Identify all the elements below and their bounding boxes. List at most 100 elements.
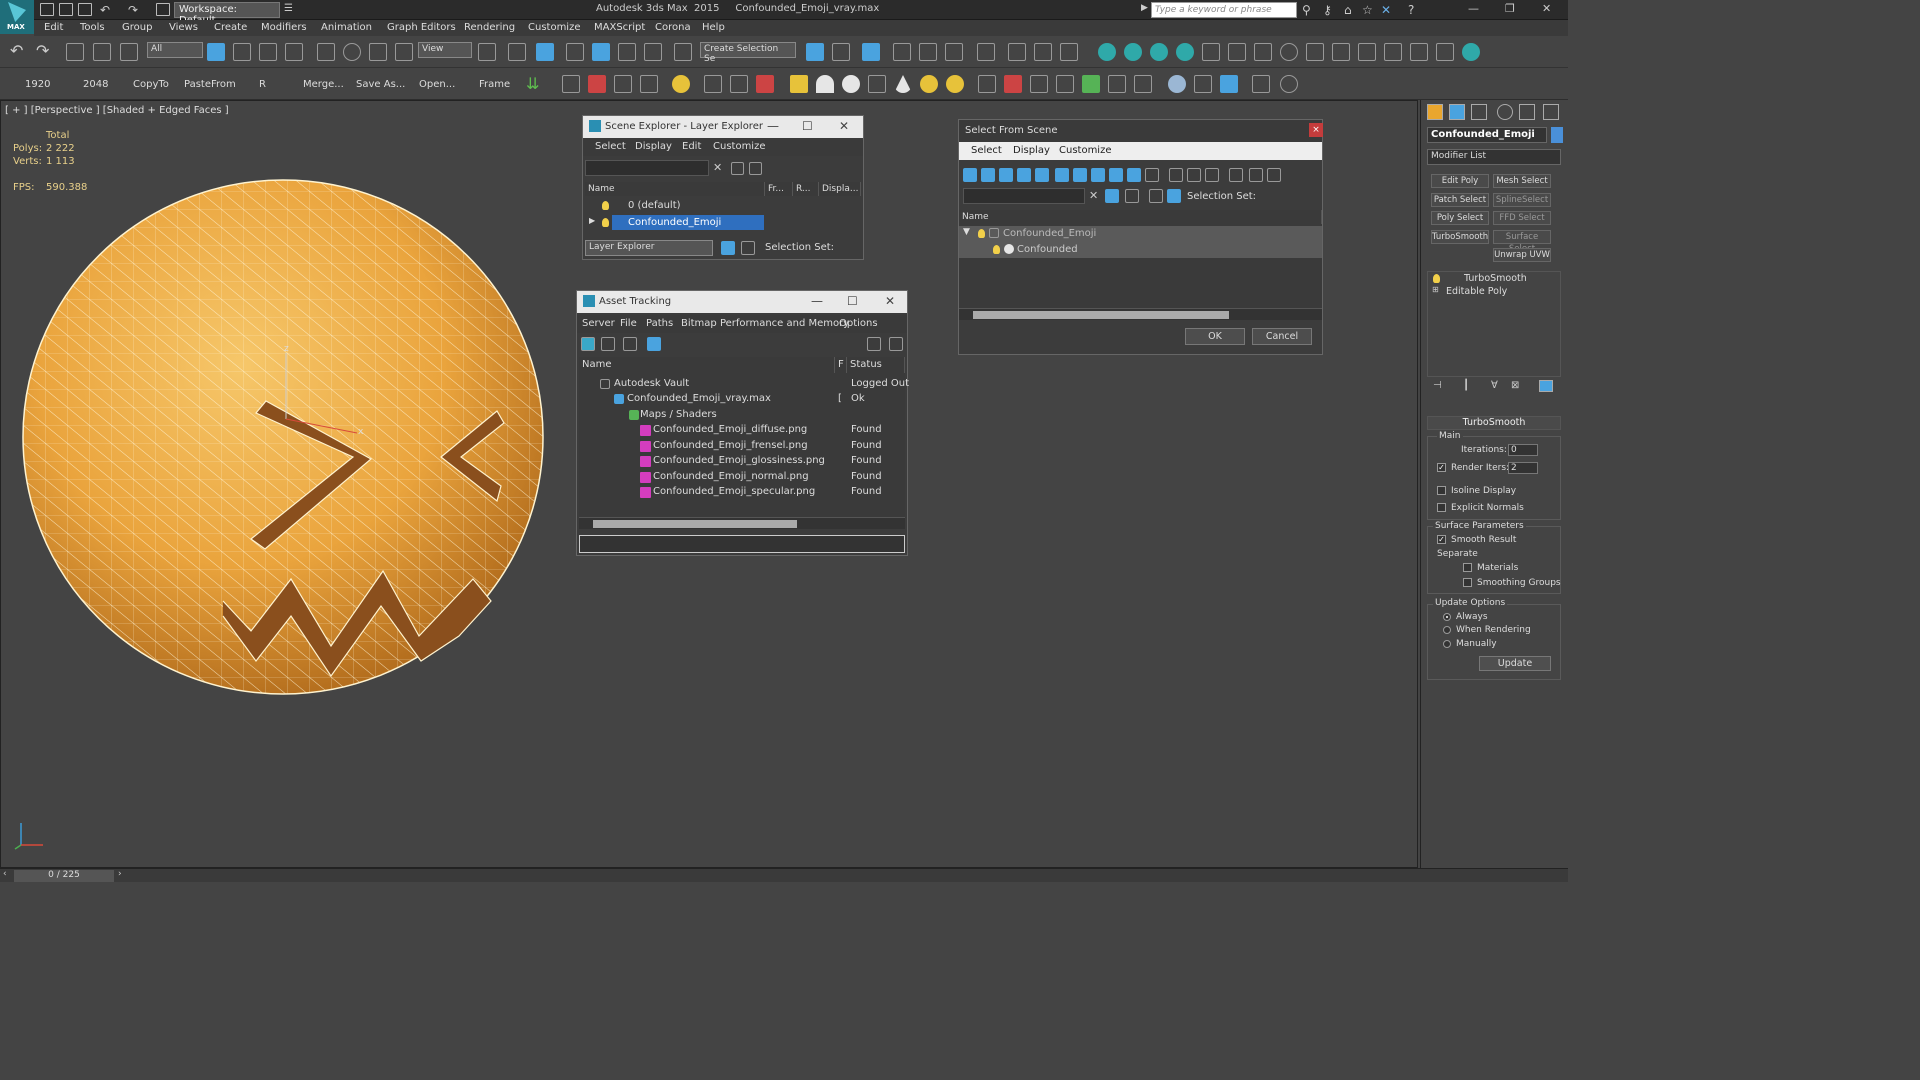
update-button[interactable]: Update	[1479, 656, 1551, 671]
modify-tab-icon[interactable]	[1449, 104, 1465, 120]
prev-frame-icon[interactable]: ‹	[3, 869, 7, 879]
patch-select-button[interactable]: Patch Select	[1431, 193, 1489, 207]
vray-frame-buffer-icon[interactable]	[1306, 43, 1324, 61]
screenshot-icon[interactable]	[1220, 75, 1238, 93]
poly-select-button[interactable]: Poly Select	[1431, 211, 1489, 225]
sfs-row-confounded[interactable]: Confounded	[959, 242, 1322, 258]
bind-space-warp-icon[interactable]	[120, 43, 138, 61]
at-menu-bitmap[interactable]: Bitmap Performance and Memory	[681, 318, 849, 329]
sfs-search-input[interactable]	[963, 188, 1085, 204]
configure-sets-icon[interactable]	[1539, 380, 1553, 392]
redo-icon[interactable]: ↷	[128, 3, 138, 17]
maximize-icon[interactable]: ☐	[847, 294, 858, 308]
iterations-spinner[interactable]: 0	[1508, 444, 1538, 456]
asset-path-field[interactable]	[579, 535, 905, 553]
at-col-f[interactable]: F	[835, 357, 847, 373]
redo-icon[interactable]: ↷	[36, 41, 49, 60]
search-expand-icon[interactable]: ▶	[1141, 3, 1148, 13]
material-editor-icon[interactable]	[977, 43, 995, 61]
sfs-menu-customize[interactable]: Customize	[1059, 145, 1112, 156]
open-file-icon[interactable]	[59, 3, 73, 16]
sfs-horizontal-scrollbar[interactable]	[959, 308, 1322, 320]
expand-arrow-icon[interactable]: ▶	[589, 216, 595, 225]
turbosmooth-rollout-header[interactable]: TurboSmooth	[1427, 416, 1561, 430]
chevron-down-icon[interactable]: ⇊	[526, 74, 539, 93]
corona-proxy-icon[interactable]	[640, 75, 658, 93]
batch-render-icon[interactable]	[1252, 75, 1270, 93]
se-col-freeze[interactable]: Fr...	[765, 182, 793, 196]
quick-access-menu-icon[interactable]: ☰	[284, 3, 293, 14]
at-row-normal[interactable]: Confounded_Emoji_normal.png Found	[579, 470, 905, 485]
object-color-swatch[interactable]	[1551, 127, 1563, 143]
list-options-icon[interactable]	[1267, 168, 1281, 182]
vray-rt-icon[interactable]	[1332, 43, 1350, 61]
exchange-icon[interactable]: ✕	[1381, 3, 1391, 17]
make-unique-icon[interactable]: ∀	[1491, 380, 1498, 391]
corona-render-icon[interactable]	[562, 75, 580, 93]
scale-icon[interactable]	[369, 43, 387, 61]
filter-groups-icon[interactable]	[1073, 168, 1087, 182]
se-col-display[interactable]: Displa...	[819, 182, 861, 196]
at-col-name[interactable]: Name	[579, 357, 835, 373]
sphere-primitive-icon[interactable]	[842, 75, 860, 93]
sort-icon[interactable]	[1249, 168, 1263, 182]
hierarchy-tab-icon[interactable]	[1471, 104, 1487, 120]
schematic-view-icon[interactable]	[945, 43, 963, 61]
corona-camera-icon[interactable]	[704, 75, 722, 93]
display-tab-icon[interactable]	[1519, 104, 1535, 120]
minimize-icon[interactable]: —	[767, 119, 779, 133]
key-icon[interactable]: ⚷	[1323, 3, 1332, 17]
menu-graph-editors[interactable]: Graph Editors	[387, 22, 456, 33]
at-row-maps[interactable]: Maps / Shaders	[579, 408, 905, 423]
named-selection-dropdown[interactable]: Create Selection Se	[700, 42, 796, 64]
menu-corona[interactable]: Corona	[655, 22, 691, 33]
scrollbar-thumb[interactable]	[593, 520, 797, 528]
se-row-default[interactable]: 0 (default)	[585, 198, 861, 214]
collapse-arrow-icon[interactable]: ▼	[963, 227, 970, 237]
filter-frozen-icon[interactable]	[1145, 168, 1159, 182]
unlink-icon[interactable]	[93, 43, 111, 61]
sfs-col-name[interactable]: Name	[959, 210, 1322, 224]
sun-light-icon[interactable]	[920, 75, 938, 93]
select-manipulate-icon[interactable]	[508, 43, 526, 61]
expand-plus-icon[interactable]: ⊞	[1432, 285, 1439, 294]
keyboard-shortcut-override-icon[interactable]	[536, 43, 554, 61]
se-search-input[interactable]	[585, 160, 709, 176]
rectangular-selection-icon[interactable]	[259, 43, 277, 61]
r-button[interactable]: R	[259, 79, 266, 90]
hierarchy-icon[interactable]	[1167, 189, 1181, 203]
find-case-icon[interactable]	[1125, 189, 1139, 203]
save-as-button[interactable]: Save As...	[356, 79, 405, 90]
menu-create[interactable]: Create	[214, 22, 247, 33]
angle-snap-icon[interactable]	[592, 43, 610, 61]
filter-active-icon[interactable]	[1105, 189, 1119, 203]
vray-sphere-icon[interactable]	[1280, 43, 1298, 61]
menu-modifiers[interactable]: Modifiers	[261, 22, 307, 33]
help-icon[interactable]	[867, 337, 881, 351]
motion-tab-icon[interactable]	[1497, 104, 1513, 120]
menu-tools[interactable]: Tools	[80, 22, 105, 33]
vray-proxy-icon[interactable]	[1176, 43, 1194, 61]
sfs-row-confounded-emoji[interactable]: ▼ Confounded_Emoji	[959, 226, 1322, 242]
filter-icon[interactable]	[731, 162, 744, 175]
snaps-toggle-icon[interactable]	[566, 43, 584, 61]
forest-icon[interactable]	[1056, 75, 1074, 93]
smoothing-groups-checkbox[interactable]	[1463, 578, 1472, 587]
curve-editor-icon[interactable]	[919, 43, 937, 61]
se-row-confounded-emoji[interactable]: ▶ Confounded_Emoji	[585, 215, 861, 231]
restore-icon[interactable]: ❐	[1505, 2, 1515, 15]
filter-cameras-icon[interactable]	[1017, 168, 1031, 182]
window-crossing-icon[interactable]	[285, 43, 303, 61]
light-bulb-icon[interactable]	[602, 201, 609, 210]
help-icon[interactable]	[1280, 75, 1298, 93]
link-icon[interactable]	[66, 43, 84, 61]
vray-physical-camera-icon[interactable]	[1228, 43, 1246, 61]
layer-manager-icon[interactable]	[862, 43, 880, 61]
menu-animation[interactable]: Animation	[321, 22, 372, 33]
filter-geometry-icon[interactable]	[963, 168, 977, 182]
vray-material-icon[interactable]	[1410, 43, 1428, 61]
refresh-icon[interactable]	[581, 337, 595, 351]
rendered-frame-window-icon[interactable]	[1034, 43, 1052, 61]
preset-1920-button[interactable]: 1920	[25, 79, 50, 90]
asset-tracking-titlebar[interactable]: Asset Tracking — ☐ ✕	[577, 291, 907, 313]
